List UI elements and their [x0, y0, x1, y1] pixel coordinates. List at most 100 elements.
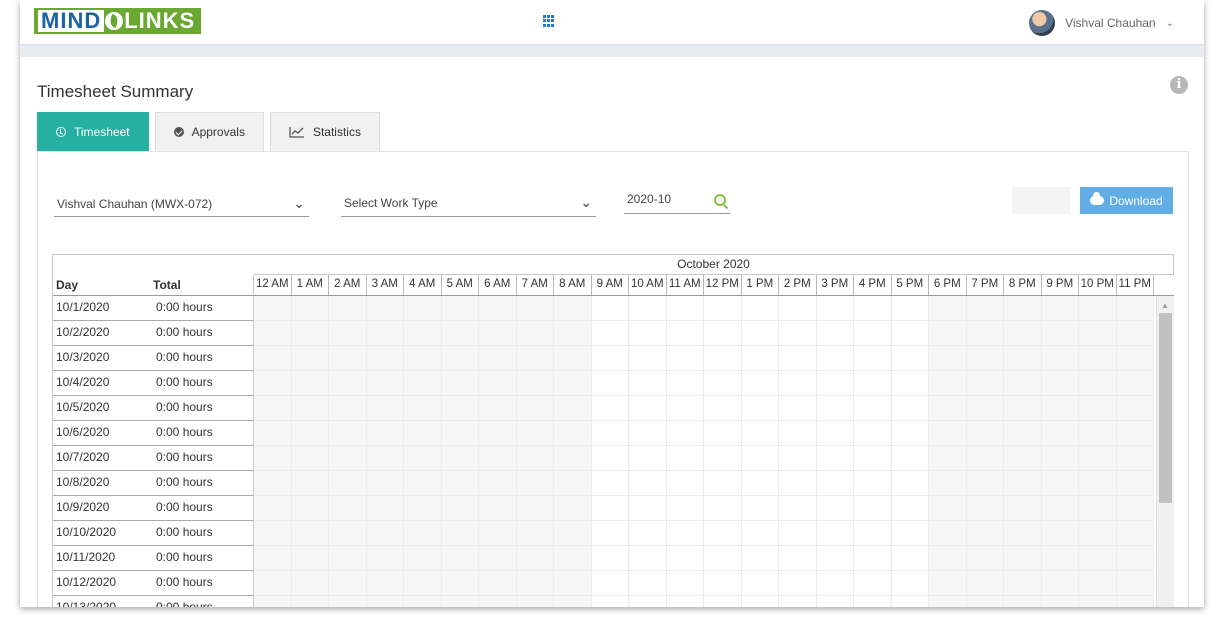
hour-cell[interactable] — [1116, 396, 1154, 421]
hour-cell[interactable] — [441, 496, 479, 521]
hour-cell[interactable] — [254, 371, 292, 396]
hour-cell[interactable] — [1041, 321, 1079, 346]
hour-cell[interactable] — [329, 421, 367, 446]
hour-cell[interactable] — [591, 521, 629, 546]
hour-cell[interactable] — [891, 496, 929, 521]
hour-cell[interactable] — [516, 396, 554, 421]
hour-cell[interactable] — [891, 571, 929, 596]
hour-cell[interactable] — [816, 521, 854, 546]
hour-cell[interactable] — [629, 421, 667, 446]
hour-cell[interactable] — [629, 396, 667, 421]
hour-cell[interactable] — [254, 421, 292, 446]
hour-cell[interactable] — [629, 321, 667, 346]
hour-cell[interactable] — [704, 371, 742, 396]
hour-cell[interactable] — [291, 546, 329, 571]
hour-cell[interactable] — [291, 421, 329, 446]
hour-cell[interactable] — [891, 371, 929, 396]
tab-timesheet[interactable]: Timesheet — [37, 112, 149, 151]
hour-cell[interactable] — [1041, 521, 1079, 546]
hour-cell[interactable] — [929, 571, 967, 596]
hour-cell[interactable] — [779, 471, 817, 496]
hour-cell[interactable] — [1079, 571, 1117, 596]
hour-cell[interactable] — [629, 296, 667, 321]
hour-cell[interactable] — [1041, 346, 1079, 371]
hour-cell[interactable] — [591, 321, 629, 346]
hour-cell[interactable] — [704, 546, 742, 571]
vertical-scrollbar[interactable]: ▲ — [1156, 296, 1174, 607]
hour-cell[interactable] — [1079, 296, 1117, 321]
hour-cell[interactable] — [1004, 396, 1042, 421]
hour-cell[interactable] — [479, 371, 517, 396]
hour-cell[interactable] — [404, 371, 442, 396]
hour-cell[interactable] — [1079, 471, 1117, 496]
hour-cell[interactable] — [329, 446, 367, 471]
hour-cell[interactable] — [516, 471, 554, 496]
hour-cell[interactable] — [404, 521, 442, 546]
hour-cell[interactable] — [741, 421, 779, 446]
hour-cell[interactable] — [329, 371, 367, 396]
hour-cell[interactable] — [816, 446, 854, 471]
hour-cell[interactable] — [854, 546, 892, 571]
hour-cell[interactable] — [704, 346, 742, 371]
hour-cell[interactable] — [816, 321, 854, 346]
hour-cell[interactable] — [629, 546, 667, 571]
hour-cell[interactable] — [629, 521, 667, 546]
hour-cell[interactable] — [704, 471, 742, 496]
hour-cell[interactable] — [254, 521, 292, 546]
hour-cell[interactable] — [666, 546, 704, 571]
hour-cell[interactable] — [816, 371, 854, 396]
hour-cell[interactable] — [329, 321, 367, 346]
hour-cell[interactable] — [929, 296, 967, 321]
hour-cell[interactable] — [291, 571, 329, 596]
user-menu[interactable]: Vishval Chauhan ⌄ — [1029, 10, 1174, 36]
hour-cell[interactable] — [479, 346, 517, 371]
hour-cell[interactable] — [891, 546, 929, 571]
hour-cell[interactable] — [929, 496, 967, 521]
hour-cell[interactable] — [854, 471, 892, 496]
hour-cell[interactable] — [554, 396, 592, 421]
hour-cell[interactable] — [779, 371, 817, 396]
hour-cell[interactable] — [891, 471, 929, 496]
hour-cell[interactable] — [554, 571, 592, 596]
hour-cell[interactable] — [629, 596, 667, 607]
hour-cell[interactable] — [629, 496, 667, 521]
hour-cell[interactable] — [1079, 321, 1117, 346]
hour-cell[interactable] — [516, 446, 554, 471]
hour-cell[interactable] — [404, 571, 442, 596]
hour-cell[interactable] — [404, 321, 442, 346]
hour-cell[interactable] — [891, 521, 929, 546]
hour-cell[interactable] — [366, 371, 404, 396]
hour-cell[interactable] — [291, 321, 329, 346]
hour-cell[interactable] — [1116, 596, 1154, 607]
hour-cell[interactable] — [366, 471, 404, 496]
hour-cell[interactable] — [1079, 521, 1117, 546]
hour-cell[interactable] — [516, 321, 554, 346]
hour-cell[interactable] — [479, 321, 517, 346]
hour-cell[interactable] — [1041, 296, 1079, 321]
hour-cell[interactable] — [1041, 371, 1079, 396]
hour-cell[interactable] — [666, 396, 704, 421]
hour-cell[interactable] — [554, 421, 592, 446]
hour-cell[interactable] — [779, 571, 817, 596]
search-icon[interactable] — [714, 194, 726, 206]
hour-cell[interactable] — [779, 421, 817, 446]
hour-cell[interactable] — [666, 296, 704, 321]
hour-cell[interactable] — [1004, 571, 1042, 596]
hour-cell[interactable] — [629, 346, 667, 371]
hour-cell[interactable] — [1004, 321, 1042, 346]
hour-cell[interactable] — [291, 396, 329, 421]
hour-cell[interactable] — [929, 371, 967, 396]
hour-cell[interactable] — [816, 571, 854, 596]
hour-cell[interactable] — [329, 296, 367, 321]
hour-cell[interactable] — [779, 346, 817, 371]
hour-cell[interactable] — [1041, 546, 1079, 571]
hour-cell[interactable] — [404, 346, 442, 371]
hour-cell[interactable] — [816, 496, 854, 521]
hour-cell[interactable] — [1041, 596, 1079, 607]
hour-cell[interactable] — [966, 396, 1004, 421]
hour-cell[interactable] — [254, 446, 292, 471]
hour-cell[interactable] — [592, 596, 629, 607]
hour-cell[interactable] — [854, 496, 892, 521]
hour-cell[interactable] — [929, 446, 967, 471]
hour-cell[interactable] — [329, 346, 367, 371]
